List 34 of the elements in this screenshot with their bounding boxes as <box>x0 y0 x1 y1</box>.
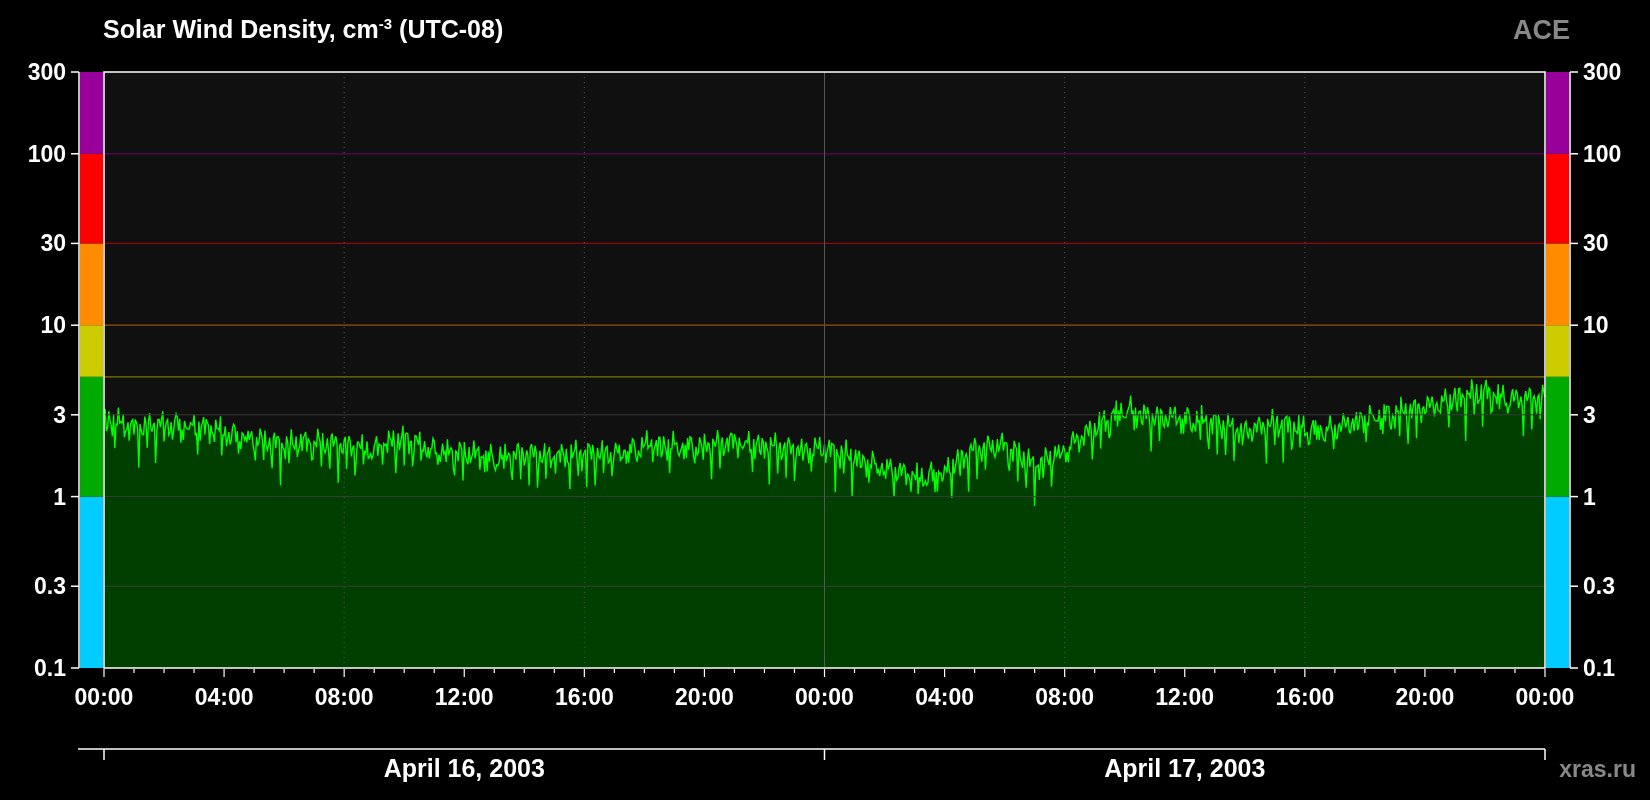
x-axis-label: 04:00 <box>915 684 974 710</box>
x-axis-label: 04:00 <box>194 684 254 710</box>
x-axis-label: 00:00 <box>795 684 854 710</box>
y-axis-label: 10 <box>40 312 66 339</box>
date-label: April 16, 2003 <box>383 754 545 782</box>
y-axis-label: 30 <box>40 230 66 257</box>
x-axis-label: 08:00 <box>314 684 374 710</box>
x-axis-label: 16:00 <box>554 684 614 710</box>
x-axis-label: 20:00 <box>1395 684 1455 710</box>
y-axis-label: 3 <box>53 401 66 428</box>
y-axis-label: 0.3 <box>34 573 66 600</box>
chart-title: Solar Wind Density, cm$^{-3}$ (UTC-08) <box>103 15 504 45</box>
y-axis-label: 0.1 <box>1583 655 1615 681</box>
y-axis-label: 3 <box>1583 401 1596 428</box>
x-axis-label: 00:00 <box>1515 684 1575 710</box>
y-axis-label: 0.1 <box>34 655 66 681</box>
y-axis-label: 1 <box>53 483 66 510</box>
x-axis-label: 16:00 <box>1275 684 1335 710</box>
y-axis-label: 100 <box>1583 140 1622 167</box>
source-label: ACE <box>1513 14 1570 46</box>
credit-label: xras.ru <box>1559 756 1636 782</box>
x-axis-label: 12:00 <box>434 684 494 710</box>
date-label: April 17, 2003 <box>1104 754 1266 782</box>
y-axis-label: 30 <box>1583 230 1609 257</box>
y-axis-label: 300 <box>27 60 66 85</box>
x-axis-label: 12:00 <box>1155 684 1215 710</box>
y-axis-label: 10 <box>1583 312 1609 339</box>
x-axis-label: 00:00 <box>74 684 134 710</box>
y-axis-label: 1 <box>1583 483 1596 510</box>
x-axis-label: 20:00 <box>675 684 734 710</box>
x-axis-label: 08:00 <box>1035 684 1095 710</box>
y-axis-label: 300 <box>1583 60 1622 85</box>
y-axis-label: 0.3 <box>1583 573 1615 600</box>
y-axis-label: 100 <box>27 140 66 167</box>
